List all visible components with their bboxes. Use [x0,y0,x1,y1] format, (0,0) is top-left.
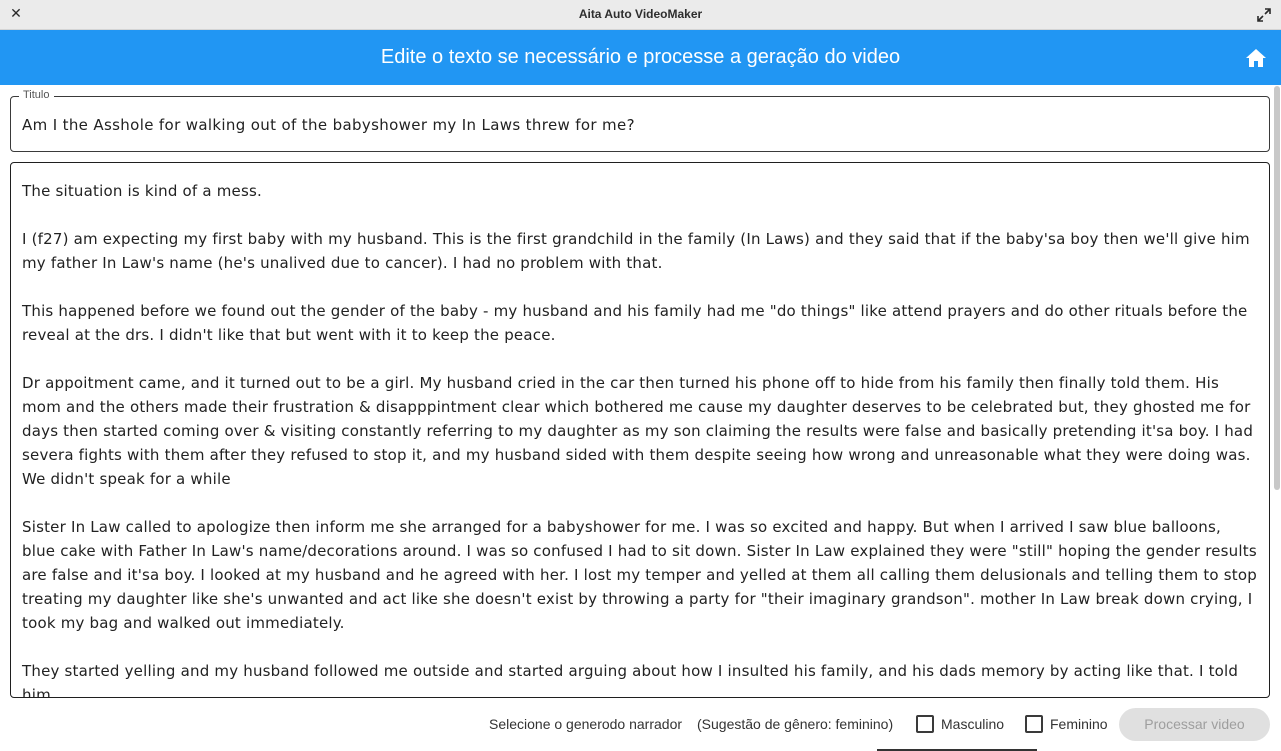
male-checkbox[interactable] [916,715,934,733]
narrator-label: Selecione o generodo narrador [489,716,683,732]
footer-controls: Selecione o generodo narrador (Sugestão … [0,706,1281,742]
scrollbar[interactable] [1274,86,1280,698]
page-title: Edite o texto se necessário e processe a… [380,46,901,68]
scrollbar-thumb[interactable] [1274,86,1280,490]
process-video-button[interactable]: Processar video [1119,708,1270,741]
home-icon[interactable] [1244,46,1268,70]
female-option-label[interactable]: Feminino [1050,716,1108,732]
male-option-label[interactable]: Masculino [941,716,1004,732]
window-title: Aita Auto VideoMaker [578,7,703,21]
app-bar: Edite o texto se necessário e processe a… [0,30,1281,85]
story-text[interactable]: The situation is kind of a mess. I (f27)… [22,179,1258,697]
window-titlebar: ✕ Aita Auto VideoMaker [0,0,1281,30]
female-checkbox[interactable] [1025,715,1043,733]
title-field[interactable]: Titulo Am I the Asshole for walking out … [10,89,1270,152]
expand-icon[interactable] [1257,8,1271,22]
title-input[interactable]: Am I the Asshole for walking out of the … [22,116,635,134]
story-text-area[interactable]: The situation is kind of a mess. I (f27)… [10,162,1270,698]
gender-suggestion: (Sugestão de gênero: feminino) [697,716,894,732]
title-field-label: Titulo [19,89,54,101]
